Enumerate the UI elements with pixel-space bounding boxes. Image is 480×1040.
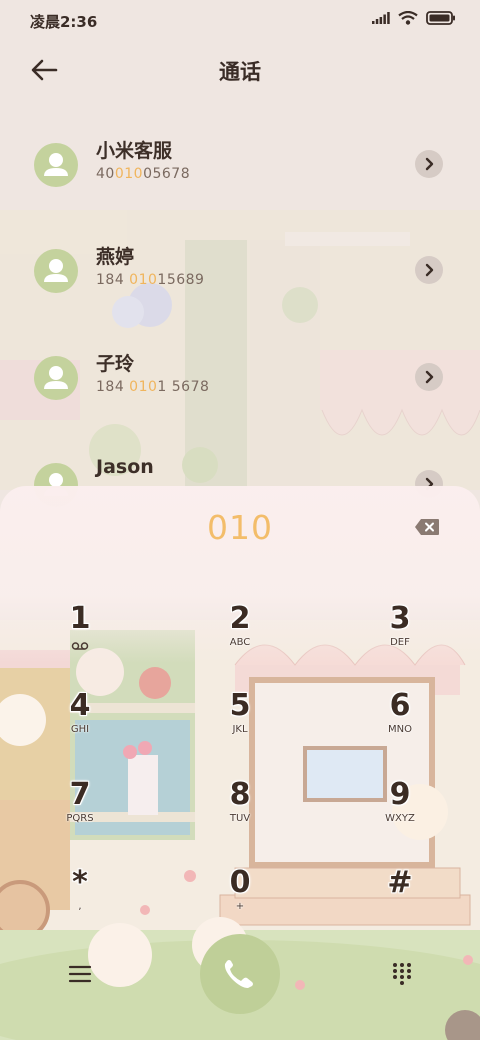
avatar <box>34 143 78 187</box>
chevron-right-icon <box>425 263 434 277</box>
status-time: 凌晨2:36 <box>30 13 98 31</box>
key-9[interactable]: 9 WXYZ <box>350 778 450 848</box>
contact-detail-button[interactable] <box>415 363 443 391</box>
person-icon <box>44 153 68 176</box>
signal-icon <box>372 12 390 24</box>
key-digit: 6 <box>389 688 411 723</box>
wifi-icon <box>398 11 418 25</box>
contact-name: Jason <box>96 456 154 478</box>
key-letters: ABC <box>229 637 251 648</box>
person-icon <box>44 366 68 389</box>
header: 通话 <box>0 48 480 92</box>
key-digit: 9 <box>389 777 411 812</box>
key-7[interactable]: 7 PQRS <box>30 778 130 848</box>
contact-number: 184 01015689 <box>96 272 205 288</box>
key-digit: 1 <box>69 601 91 636</box>
backspace-icon <box>415 519 439 535</box>
contact-name: 小米客服 <box>96 140 173 162</box>
contact-detail-button[interactable] <box>415 256 443 284</box>
avatar <box>34 356 78 400</box>
key-letters: TUV <box>229 813 251 824</box>
key-digit: * <box>72 865 88 900</box>
key-letters: , <box>78 901 82 912</box>
key-5[interactable]: 5 JKL <box>190 689 290 759</box>
key-2[interactable]: 2 ABC <box>190 602 290 672</box>
key-letters: MNO <box>388 724 412 735</box>
avatar <box>34 249 78 293</box>
dialpad-icon <box>393 963 411 985</box>
contact-name: 燕婷 <box>96 246 135 268</box>
key-digit: 4 <box>69 688 91 723</box>
dialpad-toggle-button[interactable] <box>392 962 412 986</box>
menu-icon <box>68 965 92 983</box>
key-4[interactable]: 4 GHI <box>30 689 130 759</box>
contact-item[interactable]: 小米客服 4001005678 <box>0 130 480 220</box>
key-letters: DEF <box>390 637 410 648</box>
key-1[interactable]: 1 <box>30 602 130 672</box>
voicemail-icon <box>71 642 89 650</box>
status-icons <box>372 11 456 25</box>
contact-item[interactable]: 子玲 184 0101 5678 <box>0 343 480 433</box>
contact-item[interactable]: 燕婷 184 01015689 <box>0 236 480 326</box>
contact-number: 4001005678 <box>96 166 191 182</box>
menu-button[interactable] <box>68 964 92 984</box>
key-letters: GHI <box>70 724 90 735</box>
key-digit: 2 <box>229 601 251 636</box>
key-digit: 0 <box>229 865 251 900</box>
chevron-right-icon <box>425 157 434 171</box>
contact-number: 184 0101 5678 <box>96 379 210 395</box>
phone-icon <box>224 960 253 988</box>
key-3[interactable]: 3 DEF <box>350 602 450 672</box>
contact-detail-button[interactable] <box>415 150 443 178</box>
key-letters: WXYZ <box>385 813 415 824</box>
key-0[interactable]: 0 + <box>190 866 290 936</box>
key-letters: PQRS <box>66 813 94 824</box>
key-hash[interactable]: # <box>350 866 450 936</box>
key-6[interactable]: 6 MNO <box>350 689 450 759</box>
person-icon <box>44 259 68 282</box>
key-8[interactable]: 8 TUV <box>190 778 290 848</box>
key-letters: JKL <box>232 724 248 735</box>
call-button[interactable] <box>200 934 280 1014</box>
key-star[interactable]: * , <box>30 866 130 936</box>
key-digit: 5 <box>229 688 251 723</box>
delete-button[interactable] <box>414 518 440 536</box>
page-title: 通话 <box>219 60 261 84</box>
battery-icon <box>426 11 455 25</box>
contact-name: 子玲 <box>96 353 135 375</box>
key-digit: 8 <box>229 777 251 812</box>
key-digit: 3 <box>389 601 411 636</box>
key-letters: + <box>235 901 245 912</box>
key-digit: 7 <box>69 777 91 812</box>
status-bar: 凌晨2:36 <box>0 0 480 42</box>
dialed-number[interactable]: 010 <box>0 508 480 547</box>
key-digit: # <box>387 865 413 900</box>
chevron-right-icon <box>425 370 434 384</box>
